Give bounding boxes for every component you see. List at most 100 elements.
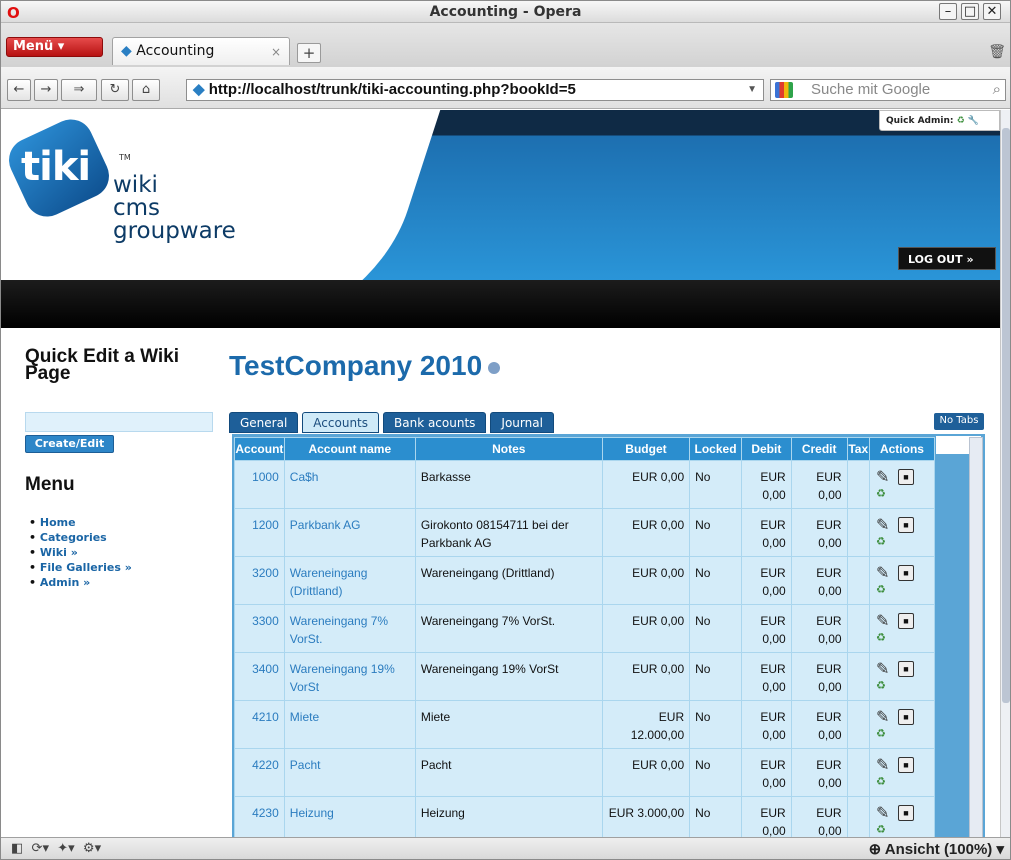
lock-icon[interactable]: ■ <box>897 757 914 773</box>
account-name-link[interactable]: Pacht <box>283 748 416 797</box>
edit-icon[interactable]: ♻ <box>876 565 890 596</box>
account-tax <box>846 700 870 749</box>
account-budget: EUR 0,00 <box>601 652 691 701</box>
lock-icon[interactable]: ■ <box>897 613 914 629</box>
lock-icon[interactable]: ■ <box>897 469 914 485</box>
table-row: 4220 Pacht Pacht EUR 0,00 No EUR 0,00 EUR 0,00… <box>234 748 936 797</box>
no-tabs-button[interactable]: No Tabs <box>934 413 984 430</box>
quick-edit-input[interactable] <box>25 412 213 432</box>
col-tax[interactable]: Tax <box>846 437 870 461</box>
google-icon[interactable] <box>775 82 793 98</box>
col-account-name[interactable]: Account name <box>283 437 416 461</box>
forward-button[interactable]: → <box>34 79 58 101</box>
status-icons[interactable]: ◧ ⟳▾ ✦▾ ⚙▾ <box>11 841 101 856</box>
col-locked[interactable]: Locked <box>689 437 742 461</box>
create-edit-button[interactable]: Create/Edit <box>25 435 114 453</box>
main-content: TestCompany 2010 General Accounts Bank a… <box>229 350 989 837</box>
delete-icon[interactable]: ♻ <box>876 725 886 743</box>
minimize-button[interactable]: – <box>939 3 957 20</box>
account-budget: EUR 12.000,00 <box>601 700 691 749</box>
tab-bank-acounts[interactable]: Bank acounts <box>383 412 487 433</box>
delete-icon[interactable]: ♻ <box>876 581 886 599</box>
account-number[interactable]: 3300 <box>234 604 285 653</box>
account-notes: Pacht <box>414 748 603 797</box>
lock-icon[interactable]: ■ <box>897 709 914 725</box>
account-budget: EUR 0,00 <box>601 748 691 797</box>
edit-icon[interactable]: ♻ <box>876 517 890 548</box>
account-name-link[interactable]: Miete <box>283 700 416 749</box>
delete-icon[interactable]: ♻ <box>876 821 886 837</box>
menu-item-file-galleries[interactable]: File Galleries » <box>29 560 132 575</box>
account-number[interactable]: 4210 <box>234 700 285 749</box>
home-button[interactable]: ⌂ <box>132 79 160 101</box>
lock-icon[interactable]: ■ <box>897 805 914 821</box>
account-number[interactable]: 3200 <box>234 556 285 605</box>
close-button[interactable]: ✕ <box>983 3 1001 20</box>
account-name-link[interactable]: Wareneingang (Drittland) <box>283 556 416 605</box>
tab-journal[interactable]: Journal <box>490 412 554 433</box>
fast-forward-button[interactable]: ⇒ <box>61 79 97 101</box>
account-number[interactable]: 3400 <box>234 652 285 701</box>
col-account[interactable]: Account <box>234 437 285 461</box>
menu-item-wiki[interactable]: Wiki » <box>29 545 132 560</box>
trash-icon[interactable]: 🗑 <box>988 44 1006 60</box>
account-name-link[interactable]: Wareneingang 7% VorSt. <box>283 604 416 653</box>
browser-tab-accounting[interactable]: ◆ Accounting × <box>112 37 290 65</box>
edit-icon[interactable]: ♻ <box>876 469 890 500</box>
delete-icon[interactable]: ♻ <box>876 629 886 647</box>
logout-button[interactable]: LOG OUT » <box>898 247 996 270</box>
lock-icon[interactable]: ■ <box>897 565 914 581</box>
maximize-button[interactable]: □ <box>961 3 979 20</box>
account-number[interactable]: 1000 <box>234 460 285 509</box>
col-credit[interactable]: Credit <box>790 437 848 461</box>
reload-button[interactable]: ↻ <box>101 79 129 101</box>
site-favicon-icon: ◆ <box>193 81 205 98</box>
recycle-icon[interactable]: ♻ <box>957 116 965 126</box>
account-actions: ♻■ <box>868 460 936 509</box>
wrench-icon[interactable]: 🔧 <box>968 116 979 126</box>
new-tab-button[interactable]: + <box>297 43 321 63</box>
menu-item-home[interactable]: Home <box>29 515 132 530</box>
account-name-link[interactable]: Ca$h <box>283 460 416 509</box>
col-notes[interactable]: Notes <box>414 437 603 461</box>
table-row: 4230 Heizung Heizung EUR 3.000,00 No EUR 0,00… <box>234 796 936 837</box>
tab-general[interactable]: General <box>229 412 299 433</box>
edit-icon[interactable]: ♻ <box>876 805 890 836</box>
help-icon[interactable] <box>488 361 501 374</box>
edit-icon[interactable]: ♻ <box>876 757 890 788</box>
tab-close-icon[interactable]: × <box>271 45 281 59</box>
table-scrollbar[interactable] <box>969 437 983 837</box>
edit-icon[interactable]: ♻ <box>876 613 890 644</box>
edit-icon[interactable]: ♻ <box>876 661 890 692</box>
delete-icon[interactable]: ♻ <box>876 533 886 551</box>
scrollbar-thumb[interactable] <box>1002 128 1010 703</box>
menu-item-admin[interactable]: Admin » <box>29 575 132 590</box>
account-notes: Wareneingang (Drittland) <box>414 556 603 605</box>
zoom-indicator[interactable]: ⊕ Ansicht (100%) ▾ <box>869 840 1004 858</box>
page-scrollbar[interactable] <box>1000 110 1010 837</box>
col-budget[interactable]: Budget <box>601 437 691 461</box>
opera-menu-button[interactable]: Menü ▾ <box>6 37 103 57</box>
menu-item-categories[interactable]: Categories <box>29 530 132 545</box>
account-number[interactable]: 4230 <box>234 796 285 837</box>
lock-icon[interactable]: ■ <box>897 517 914 533</box>
search-icon[interactable]: ⌕ <box>993 80 1001 100</box>
account-debit: EUR 0,00 <box>740 508 792 557</box>
search-field[interactable]: Suche mit Google ⌕ <box>770 79 1006 101</box>
edit-icon[interactable]: ♻ <box>876 709 890 740</box>
address-bar[interactable]: ◆ http://localhost/trunk/tiki-accounting… <box>186 79 764 101</box>
account-tax <box>846 796 870 837</box>
delete-icon[interactable]: ♻ <box>876 773 886 791</box>
delete-icon[interactable]: ♻ <box>876 677 886 695</box>
address-dropdown-icon[interactable]: ▼ <box>747 80 757 100</box>
account-number[interactable]: 1200 <box>234 508 285 557</box>
account-name-link[interactable]: Parkbank AG <box>283 508 416 557</box>
account-name-link[interactable]: Heizung <box>283 796 416 837</box>
account-number[interactable]: 4220 <box>234 748 285 797</box>
account-name-link[interactable]: Wareneingang 19% VorSt <box>283 652 416 701</box>
tab-accounts[interactable]: Accounts <box>302 412 379 433</box>
col-debit[interactable]: Debit <box>740 437 792 461</box>
delete-icon[interactable]: ♻ <box>876 485 886 503</box>
back-button[interactable]: ← <box>7 79 31 101</box>
lock-icon[interactable]: ■ <box>897 661 914 677</box>
